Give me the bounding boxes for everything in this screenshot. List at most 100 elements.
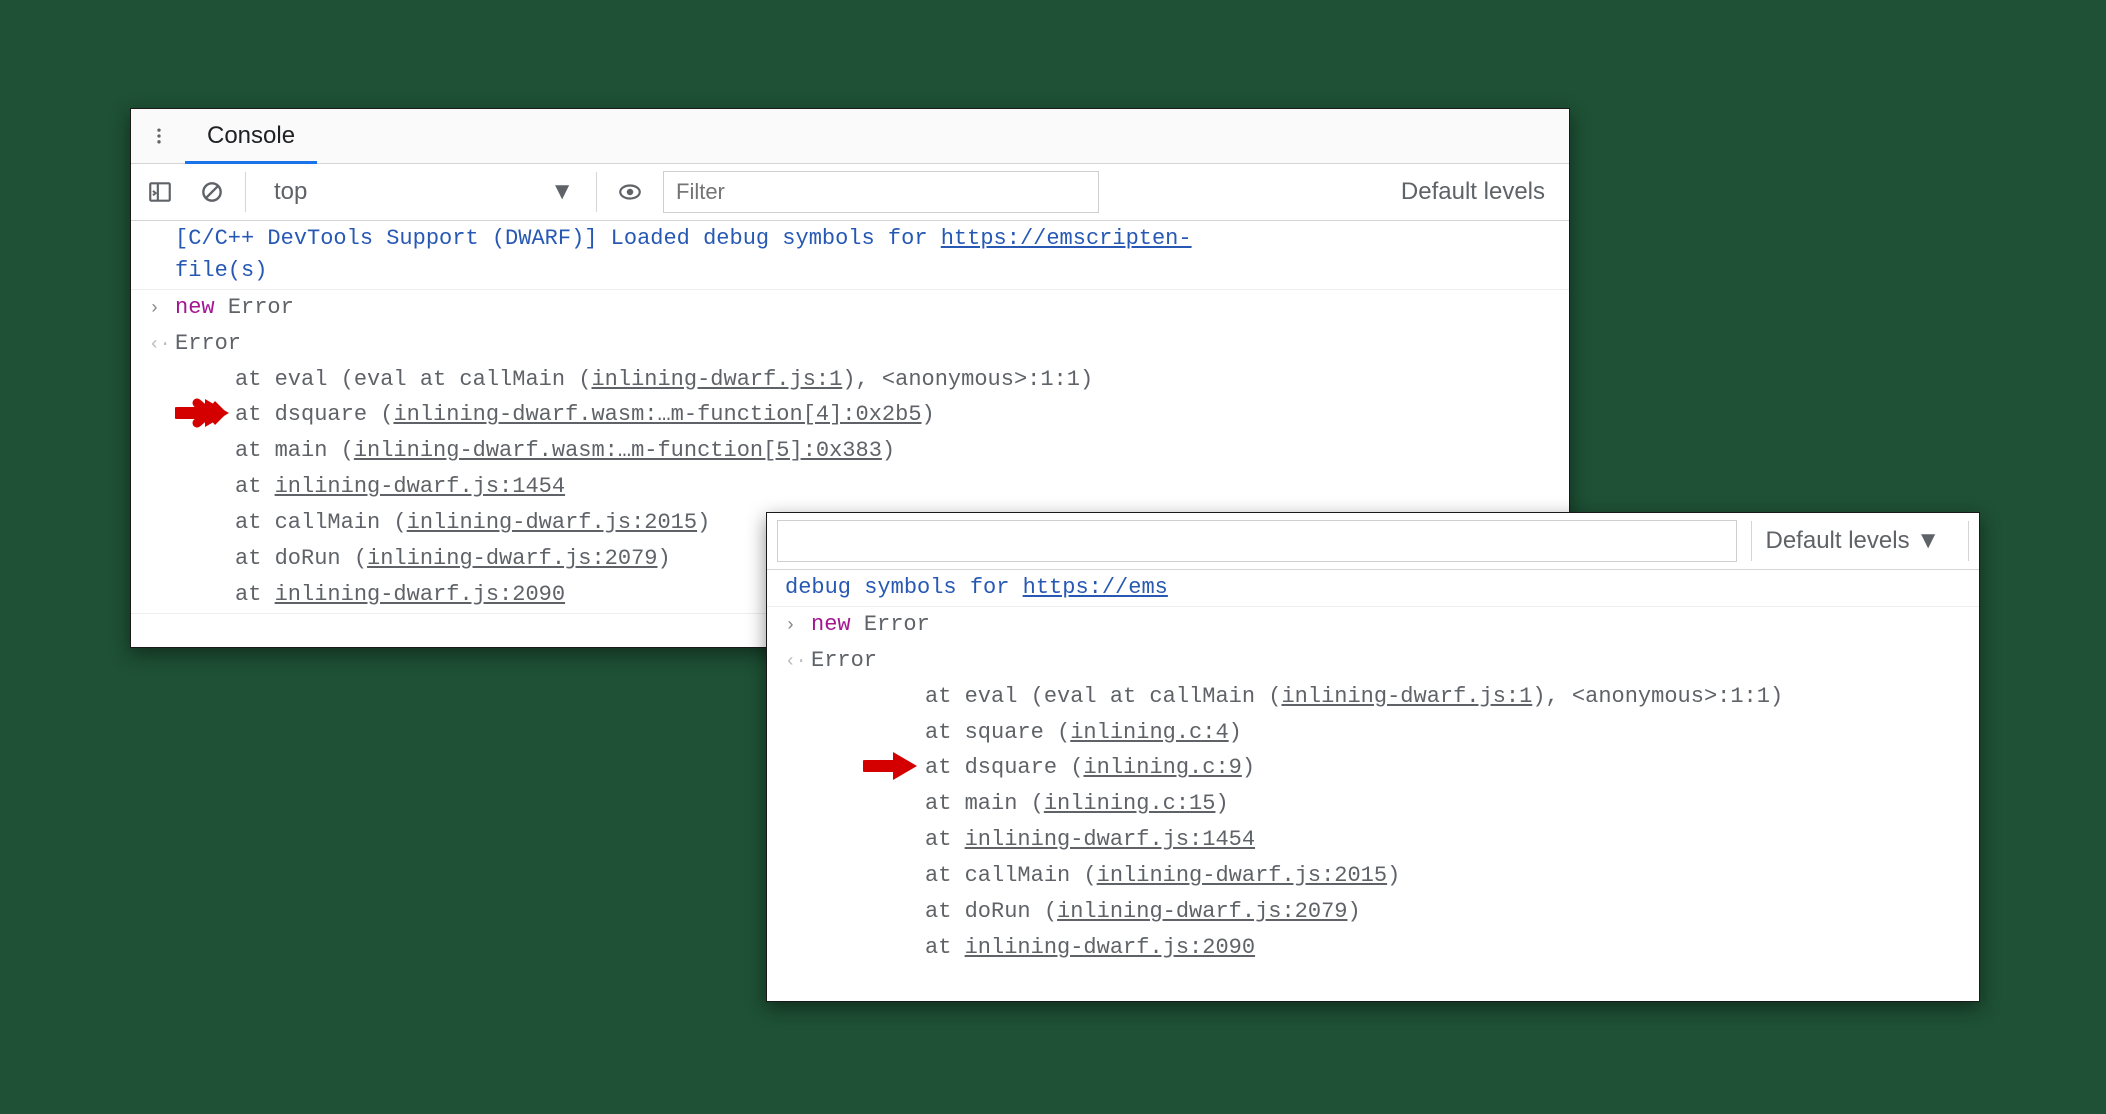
filter-input[interactable] [777, 520, 1737, 562]
tab-console[interactable]: Console [185, 109, 317, 163]
frame-link[interactable]: inlining-dwarf.js:1 [1281, 684, 1532, 709]
console-result[interactable]: ‹· Error [767, 643, 1979, 679]
toolbar-divider [596, 172, 597, 212]
frame-text: ), <anonymous>:1:1) [842, 367, 1093, 392]
stack-frame-dsquare: at dsquare (inlining-dwarf.wasm:…m-funct… [131, 397, 1569, 433]
frame-text: at dsquare ( [235, 402, 393, 427]
stack-frame: at doRun (inlining-dwarf.js:2079) [767, 894, 1979, 930]
error-header: Error [175, 331, 241, 356]
log-levels-label: Default levels [1401, 178, 1545, 206]
console-toolbar: top ▼ Default levels [131, 164, 1569, 221]
frame-text: ) [882, 438, 895, 463]
frame-link[interactable]: inlining.c:9 [1083, 755, 1241, 780]
frame-text: ), <anonymous>:1:1) [1532, 684, 1783, 709]
stack-frame: at square (inlining.c:4) [767, 715, 1979, 751]
frame-text: at square ( [925, 720, 1070, 745]
info-text: debug symbols for [785, 575, 1023, 600]
info-text: [C/C++ DevTools Support (DWARF)] Loaded … [175, 226, 941, 251]
frame-link[interactable]: inlining.c:15 [1044, 791, 1216, 816]
log-levels-selector[interactable]: Default levels ▼ [1766, 527, 1955, 555]
frame-text: at main ( [925, 791, 1044, 816]
frame-text: ) [1229, 720, 1242, 745]
info-text-2: file(s) [175, 258, 267, 283]
output-chevron-icon: ‹· [785, 649, 807, 675]
toolbar-divider [1751, 521, 1752, 561]
frame-link[interactable]: inlining-dwarf.js:2090 [275, 582, 565, 607]
info-link[interactable]: https://ems [1023, 575, 1168, 600]
frame-link[interactable]: inlining-dwarf.wasm:…m-function[4]:0x2b5 [393, 402, 921, 427]
frame-text: ) [1347, 899, 1360, 924]
stack-frame: at inlining-dwarf.js:2090 [767, 930, 1979, 966]
frame-text: at main ( [235, 438, 354, 463]
frame-text: at doRun ( [925, 899, 1057, 924]
frame-link[interactable]: inlining-dwarf.js:1454 [275, 474, 565, 499]
keyword-new: new [175, 295, 215, 320]
highlight-arrow-icon [175, 397, 229, 429]
frame-link[interactable]: inlining-dwarf.js:2015 [1097, 863, 1387, 888]
clear-console-button[interactable] [193, 173, 231, 211]
stack-frame: at inlining-dwarf.js:1454 [767, 822, 1979, 858]
console-info-message: [C/C++ DevTools Support (DWARF)] Loaded … [131, 221, 1569, 289]
frame-link[interactable]: inlining-dwarf.js:2090 [965, 935, 1255, 960]
frame-text: ) [657, 546, 670, 571]
console-input-echo: › new Error [131, 289, 1569, 326]
console-toolbar: Default levels ▼ [767, 513, 1979, 570]
stack-frame: at main (inlining-dwarf.wasm:…m-function… [131, 433, 1569, 469]
keyword-new: new [811, 612, 851, 637]
tab-console-label: Console [207, 122, 295, 150]
input-chevron-icon: › [149, 296, 160, 322]
toolbar-divider [245, 172, 246, 212]
frame-text: at dsquare ( [925, 755, 1083, 780]
frame-text: ) [1215, 791, 1228, 816]
stack-frame: at inlining-dwarf.js:1454 [131, 469, 1569, 505]
frame-text: ) [1242, 755, 1255, 780]
stack-frame: at callMain (inlining-dwarf.js:2015) [767, 858, 1979, 894]
stack-frame: at main (inlining.c:15) [767, 786, 1979, 822]
log-levels-selector[interactable]: Default levels [1401, 178, 1559, 206]
devtools-console-panel-after: Default levels ▼ debug symbols for https… [766, 512, 1980, 1002]
frame-text: at [235, 474, 275, 499]
stack-frame-dsquare: at dsquare (inlining.c:9) [767, 750, 1979, 786]
frame-link[interactable]: inlining.c:4 [1070, 720, 1228, 745]
frame-text: at [925, 827, 965, 852]
input-chevron-icon: › [785, 613, 796, 639]
frame-text: at eval (eval at callMain ( [235, 367, 591, 392]
frame-link[interactable]: inlining-dwarf.wasm:…m-function[5]:0x383 [354, 438, 882, 463]
frame-link[interactable]: inlining-dwarf.js:2079 [1057, 899, 1347, 924]
toggle-sidebar-button[interactable] [141, 173, 179, 211]
frame-text: at doRun ( [235, 546, 367, 571]
frame-text: at [925, 935, 965, 960]
live-expression-button[interactable] [611, 173, 649, 211]
frame-text: at callMain ( [925, 863, 1097, 888]
context-selector-value: top [274, 178, 307, 206]
frame-text: ) [1387, 863, 1400, 888]
dropdown-caret-icon: ▼ [550, 178, 574, 206]
highlight-arrow-icon [863, 750, 917, 782]
frame-text: at eval (eval at callMain ( [925, 684, 1281, 709]
frame-text: at [235, 582, 275, 607]
frame-text: ) [697, 510, 710, 535]
info-link[interactable]: https://emscripten- [941, 226, 1192, 251]
error-header: Error [811, 648, 877, 673]
frame-link[interactable]: inlining-dwarf.js:1 [591, 367, 842, 392]
error-word: Error [864, 612, 930, 637]
toolbar-divider [1968, 521, 1969, 561]
frame-link[interactable]: inlining-dwarf.js:2079 [367, 546, 657, 571]
console-result[interactable]: ‹· Error [131, 326, 1569, 362]
console-info-message: debug symbols for https://ems [767, 570, 1979, 606]
console-input-echo: › new Error [767, 606, 1979, 643]
stack-frame: at eval (eval at callMain (inlining-dwar… [131, 362, 1569, 398]
devtools-tabbar: Console [131, 109, 1569, 164]
frame-link[interactable]: inlining-dwarf.js:2015 [407, 510, 697, 535]
frame-text: ) [922, 402, 935, 427]
frame-link[interactable]: inlining-dwarf.js:1454 [965, 827, 1255, 852]
output-chevron-icon: ‹· [149, 332, 171, 358]
console-output: debug symbols for https://ems › new Erro… [767, 570, 1979, 966]
stack-frame: at eval (eval at callMain (inlining-dwar… [767, 679, 1979, 715]
more-menu-button[interactable] [139, 116, 179, 156]
context-selector[interactable]: top ▼ [260, 172, 582, 212]
frame-text: at callMain ( [235, 510, 407, 535]
error-word: Error [228, 295, 294, 320]
filter-input[interactable] [663, 171, 1099, 213]
log-levels-label: Default levels ▼ [1766, 527, 1941, 555]
